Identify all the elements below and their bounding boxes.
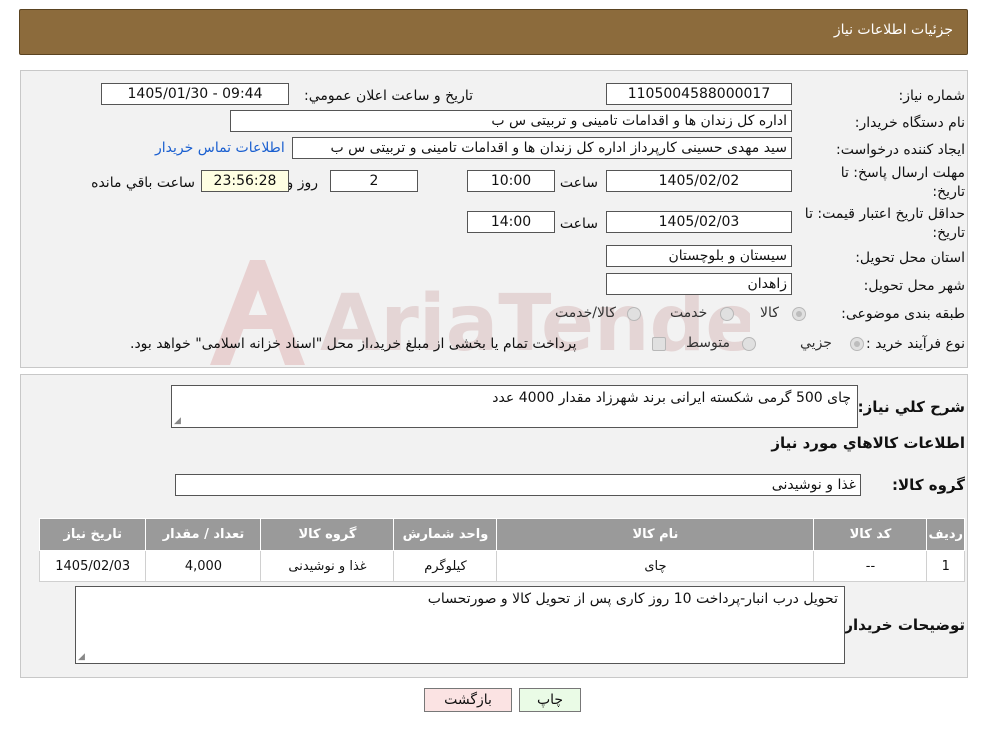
reply-deadline-label: مهلت ارسال پاسخ: تا تاريخ:: [840, 165, 965, 200]
category-option-goods-service: کالا/خدمت: [555, 305, 616, 321]
cell-quantity: 4,000: [145, 550, 262, 582]
reply-date-field: 1405/02/02: [606, 170, 792, 192]
city-label: شهر محل تحويل:: [863, 278, 965, 294]
table-header-row: رديف کد کالا نام کالا واحد شمارش گروه کا…: [38, 518, 965, 551]
page-header: جزئيات اطلاعات نياز: [19, 9, 968, 55]
process-note: پرداخت تمام یا بخشی از مبلغ خرید،از محل …: [130, 336, 577, 352]
col-item-code: کد کالا: [813, 518, 928, 551]
process-checkbox-treasury[interactable]: [652, 337, 666, 351]
creator-field: سید مهدی حسینی کارپرداز اداره کل زندان ه…: [292, 137, 792, 159]
buyer-org-label: نام دستگاه خريدار:: [854, 115, 965, 131]
reply-time-field: 10:00: [467, 170, 555, 192]
cell-need-date: 1405/02/03: [38, 550, 147, 582]
col-unit: واحد شمارش: [393, 518, 498, 551]
back-button[interactable]: بازگشت: [424, 688, 512, 712]
summary-textarea: چای 500 گرمی شکسته ایرانی برند شهرزاد مق…: [171, 385, 858, 428]
process-radio-minor[interactable]: [850, 337, 864, 351]
cell-item-name: چای: [496, 550, 815, 582]
need-number-field: 1105004588000017: [606, 83, 792, 105]
days-label: روز و: [286, 175, 319, 191]
process-radio-medium[interactable]: [742, 337, 756, 351]
category-radio-service[interactable]: [720, 307, 734, 321]
days-field: 2: [330, 170, 418, 192]
category-radio-goods-service[interactable]: [627, 307, 641, 321]
cell-group: غذا و نوشیدنی: [260, 550, 395, 582]
buyer-notes-textarea: تحویل درب انبار-پرداخت 10 روز کاری پس از…: [75, 586, 845, 664]
category-option-goods: کالا: [760, 305, 779, 321]
province-field: سیستان و بلوچستان: [606, 245, 792, 267]
category-label: طبقه بندی موضوعی:: [841, 306, 965, 322]
remaining-time-field: 23:56:28: [201, 170, 289, 192]
process-option-minor: جزیي: [800, 335, 832, 351]
buyer-notes-label: توضيحات خريدار:: [838, 616, 965, 634]
cell-item-code: --: [813, 550, 928, 582]
buyer-contact-link[interactable]: اطلاعات تماس خريدار: [155, 140, 285, 156]
announce-label: تاريخ و ساعت اعلان عمومي:: [304, 88, 473, 104]
reply-time-label: ساعت: [559, 175, 598, 191]
price-date-field: 1405/02/03: [606, 211, 792, 233]
group-field: غذا و نوشیدنی: [175, 474, 861, 496]
price-time-label: ساعت: [559, 216, 598, 232]
announce-field: 1405/01/30 - 09:44: [101, 83, 289, 105]
items-table: رديف کد کالا نام کالا واحد شمارش گروه کا…: [38, 518, 965, 582]
process-label: نوع فرآيند خريد :: [866, 336, 965, 352]
category-radio-goods[interactable]: [792, 307, 806, 321]
resize-grip-icon[interactable]: ◢: [174, 416, 181, 426]
price-validity-label: حداقل تاريخ اعتبار قيمت: تا تاريخ:: [804, 206, 965, 241]
summary-label: شرح کلي نياز:: [857, 398, 965, 416]
print-button[interactable]: چاپ: [519, 688, 581, 712]
resize-grip-icon[interactable]: ◢: [78, 652, 85, 662]
buyer-org-field: اداره کل زندان ها و اقدامات تامینی و ترب…: [230, 110, 792, 132]
col-quantity: تعداد / مقدار: [145, 518, 262, 551]
province-label: استان محل تحويل:: [855, 250, 965, 266]
group-label: گروه کالا:: [892, 476, 965, 494]
category-option-service: خدمت: [670, 305, 708, 321]
col-item-name: نام کالا: [496, 518, 815, 551]
remaining-label: ساعت باقي مانده: [91, 175, 195, 191]
process-option-medium: متوسط: [686, 335, 730, 351]
col-need-date: تاريخ نياز: [38, 518, 147, 551]
col-row-number: رديف: [926, 518, 965, 551]
col-group: گروه کالا: [260, 518, 395, 551]
items-section-title: اطلاعات کالاهاي مورد نياز: [771, 434, 965, 452]
table-row: 1 -- چای کیلوگرم غذا و نوشیدنی 4,000 140…: [38, 550, 965, 582]
page-title: جزئيات اطلاعات نياز: [833, 22, 953, 38]
city-field: زاهدان: [606, 273, 792, 295]
need-number-label: شماره نياز:: [898, 88, 966, 104]
price-time-field: 14:00: [467, 211, 555, 233]
cell-row-number: 1: [926, 550, 965, 582]
summary-text: چای 500 گرمی شکسته ایرانی برند شهرزاد مق…: [492, 390, 851, 406]
cell-unit: کیلوگرم: [393, 550, 498, 582]
creator-label: ايجاد کننده درخواست:: [836, 142, 965, 158]
buyer-notes-text: تحویل درب انبار-پرداخت 10 روز کاری پس از…: [427, 591, 838, 607]
